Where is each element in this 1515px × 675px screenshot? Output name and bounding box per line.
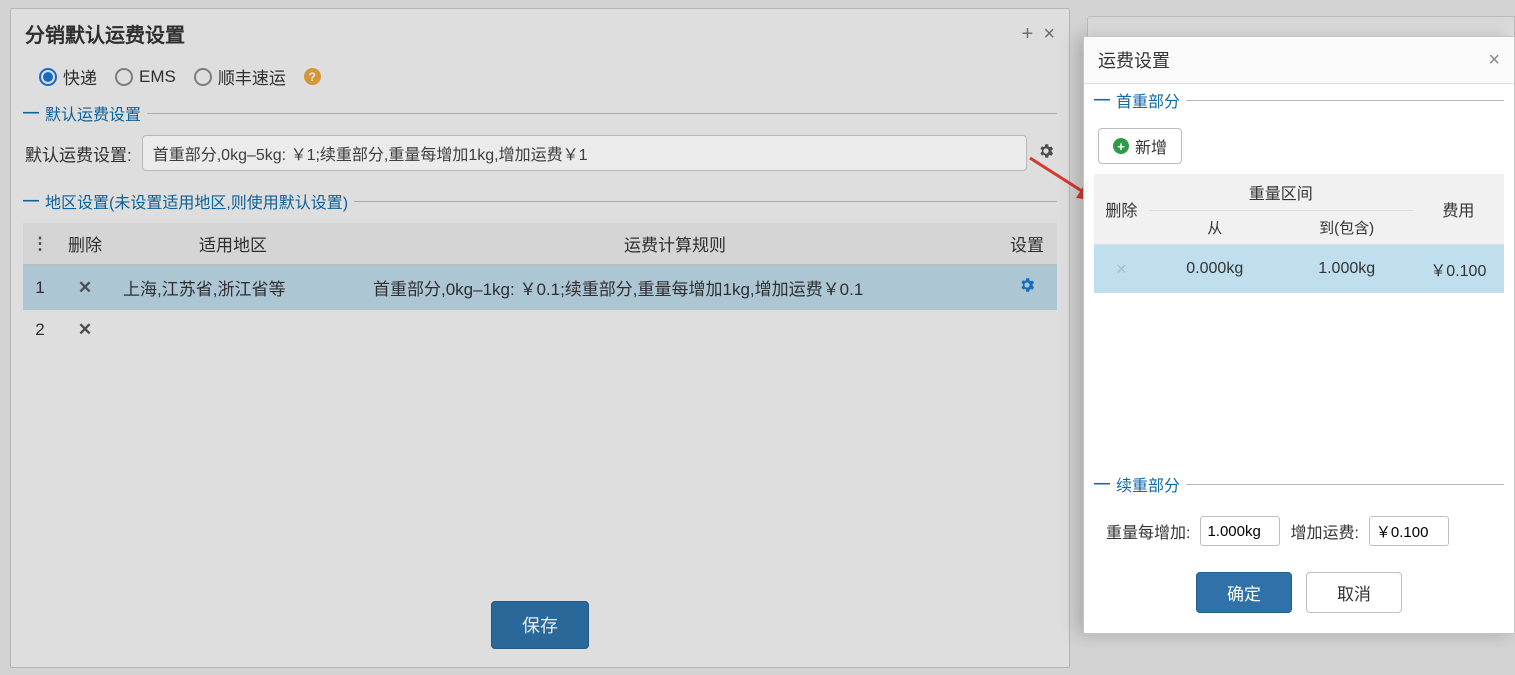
default-fee-input[interactable]: 首重部分,0kg–5kg: ￥1;续重部分,重量每增加1kg,增加运费￥1 <box>142 135 1027 171</box>
plus-circle-icon: + <box>1113 138 1129 154</box>
main-panel: 分销默认运费设置 + × 快递 EMS 顺丰速运 ? — 默认运费设置 默认运费… <box>10 8 1070 668</box>
save-button[interactable]: 保存 <box>491 601 589 649</box>
continue-row: 重量每增加: 增加运费: <box>1094 506 1504 558</box>
legend-row: — 首重部分 <box>1094 88 1504 112</box>
row-area <box>113 310 353 350</box>
plus-icon[interactable]: + <box>1022 24 1034 44</box>
section-legend: 续重部分 <box>1116 472 1180 496</box>
dash-icon: — <box>1094 475 1110 493</box>
row-index: 1 <box>23 265 57 311</box>
increment-input[interactable] <box>1200 516 1280 546</box>
col-fee: 费用 <box>1413 174 1504 245</box>
main-header: 分销默认运费设置 + × <box>11 9 1069 60</box>
col-rule: 运费计算规则 <box>353 223 997 265</box>
section-continue-weight: — 续重部分 重量每增加: 增加运费: <box>1084 472 1514 558</box>
add-button[interactable]: + 新增 <box>1098 128 1182 164</box>
legend-row: — 地区设置(未设置适用地区,则使用默认设置) <box>23 189 1057 213</box>
dash-icon: — <box>23 104 39 122</box>
col-menu[interactable]: ⋮ <box>23 223 57 265</box>
table-row[interactable]: × 0.000kg 1.000kg ￥0.100 <box>1094 245 1504 294</box>
col-to: 到(包含) <box>1281 211 1413 245</box>
help-icon[interactable]: ? <box>304 68 321 85</box>
background-tab <box>1087 16 1515 36</box>
section-default-fee: — 默认运费设置 默认运费设置: 首重部分,0kg–5kg: ￥1;续重部分,重… <box>23 101 1057 179</box>
dash-icon: — <box>1094 91 1110 109</box>
weight-table: 删除 重量区间 费用 从 到(包含) × 0.000kg 1.000kg ￥0.… <box>1094 174 1504 293</box>
ok-button[interactable]: 确定 <box>1196 572 1292 613</box>
cell-from: 0.000kg <box>1149 245 1281 294</box>
section-legend: 首重部分 <box>1116 88 1180 112</box>
table-header-row: 删除 重量区间 费用 <box>1094 174 1504 211</box>
radio-express[interactable]: 快递 <box>39 64 97 89</box>
section-first-weight: — 首重部分 + 新增 删除 重量区间 费用 从 到(包含) <box>1084 84 1514 293</box>
close-icon[interactable]: × <box>1488 50 1500 70</box>
cancel-button[interactable]: 取消 <box>1306 572 1402 613</box>
gear-icon[interactable] <box>1018 279 1036 298</box>
main-title: 分销默认运费设置 <box>25 19 185 48</box>
radio-sf[interactable]: 顺丰速运 <box>194 64 286 89</box>
save-row: 保存 <box>11 601 1069 649</box>
area-table: ⋮ 删除 适用地区 运费计算规则 设置 1 ✕ 上海,江苏省,浙江省等 首重部分… <box>23 223 1057 350</box>
divider <box>1186 100 1504 101</box>
table-row[interactable]: 2 ✕ <box>23 310 1057 350</box>
col-delete: 删除 <box>1094 174 1149 245</box>
cell-to: 1.000kg <box>1281 245 1413 294</box>
delete-row-icon[interactable]: ✕ <box>78 278 92 297</box>
delete-row-icon[interactable]: ✕ <box>78 320 92 339</box>
radio-label: EMS <box>139 67 176 87</box>
legend-row: — 续重部分 <box>1094 472 1504 496</box>
default-fee-value: 首重部分,0kg–5kg: ￥1;续重部分,重量每增加1kg,增加运费￥1 <box>153 141 588 165</box>
col-delete: 删除 <box>57 223 113 265</box>
section-legend: 地区设置(未设置适用地区,则使用默认设置) <box>45 189 348 213</box>
default-fee-label: 默认运费设置: <box>25 141 132 166</box>
side-panel: 运费设置 × — 首重部分 + 新增 删除 重量区间 费用 从 到(包含) <box>1083 36 1515 634</box>
add-label: 新增 <box>1135 134 1167 158</box>
delete-row-icon[interactable]: × <box>1116 259 1127 279</box>
table-header-row: ⋮ 删除 适用地区 运费计算规则 设置 <box>23 223 1057 265</box>
shipping-type-radios: 快递 EMS 顺丰速运 ? <box>11 60 1069 101</box>
gear-icon[interactable] <box>1037 142 1055 165</box>
legend-row: — 默认运费设置 <box>23 101 1057 125</box>
default-fee-row: 默认运费设置: 首重部分,0kg–5kg: ￥1;续重部分,重量每增加1kg,增… <box>23 135 1057 179</box>
section-area: — 地区设置(未设置适用地区,则使用默认设置) ⋮ 删除 适用地区 运费计算规则… <box>23 189 1057 350</box>
menu-dots-icon: ⋮ <box>32 234 49 253</box>
row-rule <box>353 310 997 350</box>
radio-label: 快递 <box>63 64 97 89</box>
divider <box>1186 484 1504 485</box>
col-from: 从 <box>1149 211 1281 245</box>
table-row[interactable]: 1 ✕ 上海,江苏省,浙江省等 首重部分,0kg–1kg: ￥0.1;续重部分,… <box>23 265 1057 311</box>
close-icon[interactable]: × <box>1043 24 1055 44</box>
col-area: 适用地区 <box>113 223 353 265</box>
radio-ems[interactable]: EMS <box>115 67 176 87</box>
divider <box>354 201 1057 202</box>
fee-label: 增加运费: <box>1290 519 1358 543</box>
side-footer: 确定 取消 <box>1084 558 1514 633</box>
side-title: 运费设置 <box>1098 47 1170 73</box>
dash-icon: — <box>23 192 39 210</box>
side-header: 运费设置 × <box>1084 37 1514 84</box>
row-area: 上海,江苏省,浙江省等 <box>113 265 353 311</box>
radio-dot-icon <box>39 68 57 86</box>
increment-label: 重量每增加: <box>1106 519 1190 543</box>
divider <box>147 113 1057 114</box>
section-legend: 默认运费设置 <box>45 101 141 125</box>
main-header-icons: + × <box>1022 24 1055 44</box>
col-weight-range: 重量区间 <box>1149 174 1413 211</box>
radio-empty-icon <box>115 68 133 86</box>
row-index: 2 <box>23 310 57 350</box>
fee-input[interactable] <box>1369 516 1449 546</box>
radio-empty-icon <box>194 68 212 86</box>
row-rule: 首重部分,0kg–1kg: ￥0.1;续重部分,重量每增加1kg,增加运费￥0.… <box>353 265 997 311</box>
cell-fee: ￥0.100 <box>1413 245 1504 294</box>
col-config: 设置 <box>997 223 1057 265</box>
radio-label: 顺丰速运 <box>218 64 286 89</box>
